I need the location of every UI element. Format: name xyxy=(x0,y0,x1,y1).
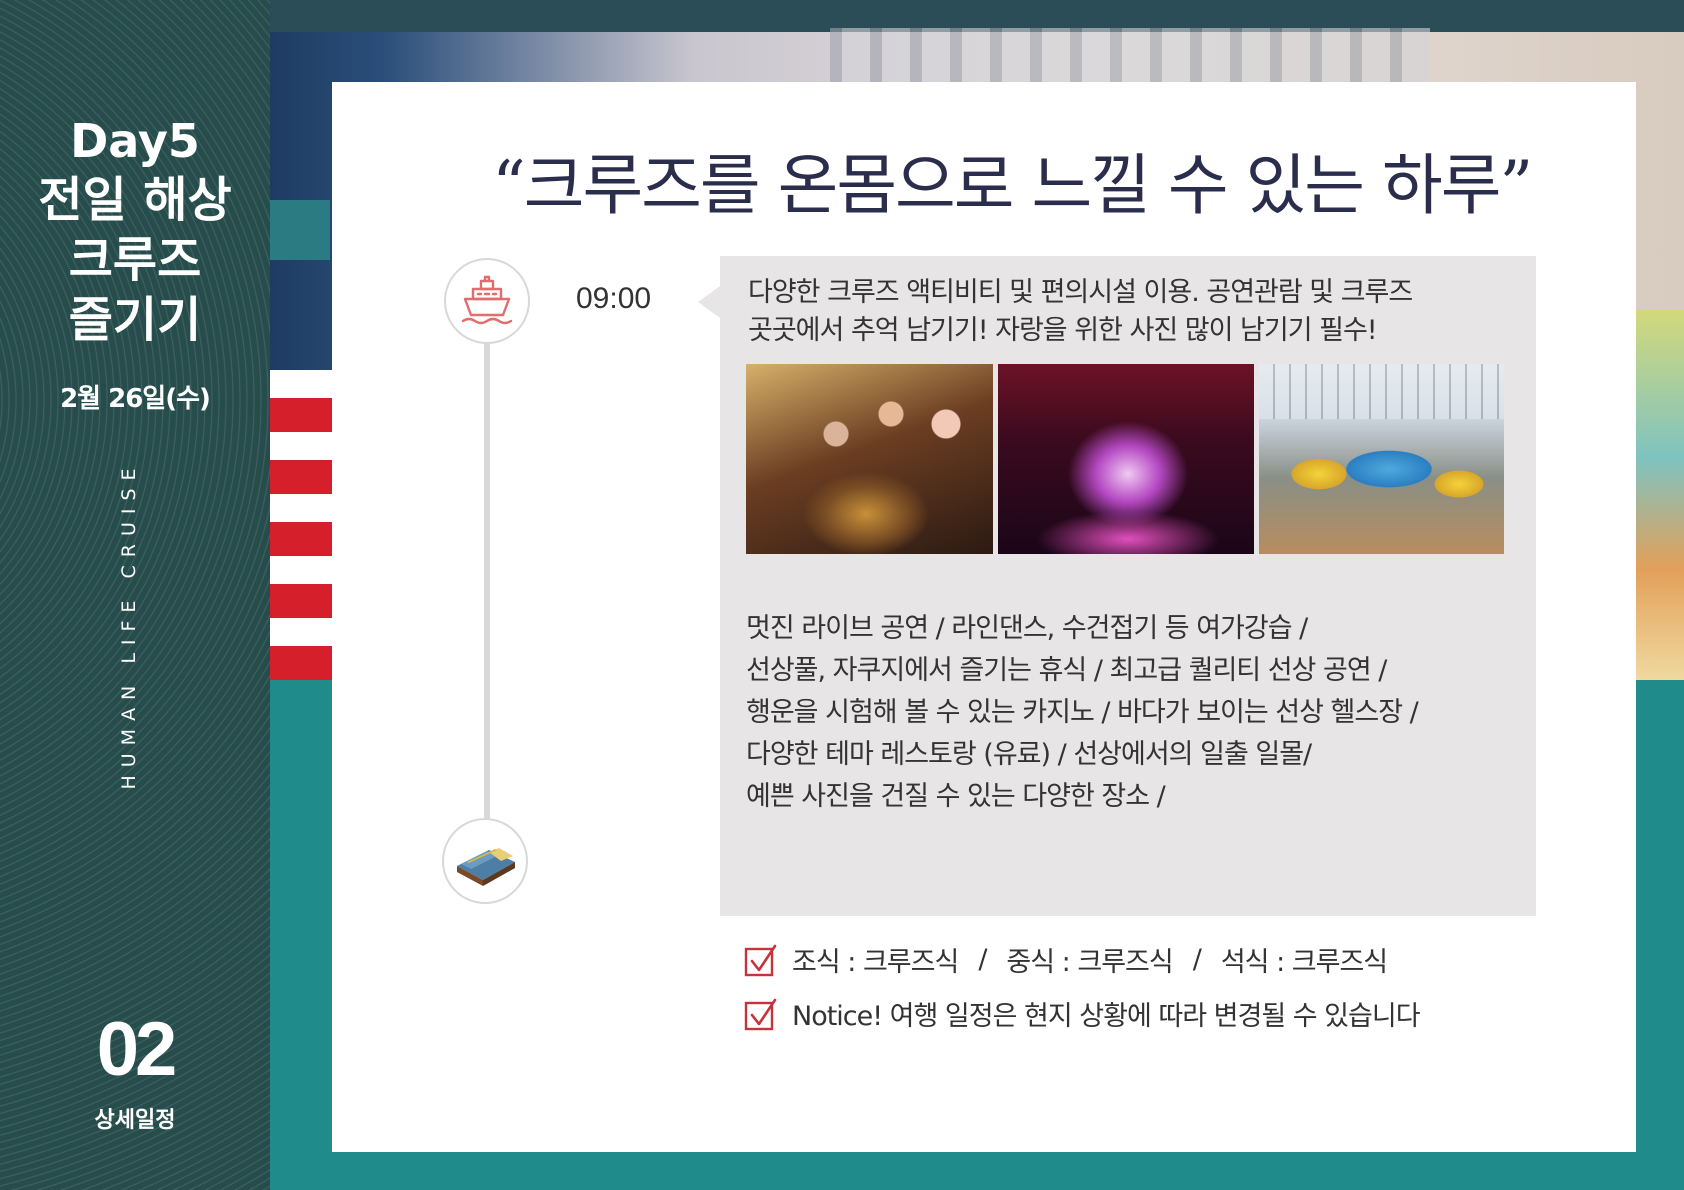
atrium-ceiling xyxy=(830,28,1430,88)
timeline-end-node xyxy=(442,818,528,904)
activity-intro: 다양한 크루즈 액티비티 및 편의시설 이용. 공연관람 및 크루즈 곳곳에서 … xyxy=(748,274,1508,350)
activity-line: 예쁜 사진을 건질 수 있는 다양한 장소 / xyxy=(746,781,1166,812)
stage-show-photo xyxy=(997,364,1255,554)
notice-text: Notice! 여행 일정은 현지 상황에 따라 변경될 수 있습니다 xyxy=(792,1001,1421,1032)
activity-line: 선상풀, 자쿠지에서 즐기는 휴식 / 최고급 퀄리티 선상 공연 / xyxy=(746,655,1387,686)
meals-row: 조식 : 크루즈식 / 중식 : 크루즈식 / 석식 : 크루즈식 xyxy=(744,940,1388,979)
intro-line: 곳곳에서 추억 남기기! 자랑을 위한 사진 많이 남기기 필수! xyxy=(748,315,1378,346)
page-section-label: 상세일정 xyxy=(94,1108,176,1133)
brand-vertical-text: HUMAN LIFE CRUISE xyxy=(118,460,140,790)
meal-breakfast: 조식 : 크루즈식 xyxy=(792,947,959,978)
checkbox-check-icon xyxy=(744,998,777,1030)
timeline-line xyxy=(484,332,490,902)
page-headline: “크루즈를 온몸으로 느낄 수 있는 하루” xyxy=(492,147,1533,224)
meal-separator: / xyxy=(978,944,987,975)
photo-strip xyxy=(746,364,1504,554)
pool-deck-photo xyxy=(1259,364,1504,554)
activity-line: 멋진 라이브 공연 / 라인댄스, 수건접기 등 여가강습 / xyxy=(746,613,1308,644)
activity-box: 다양한 크루즈 액티비티 및 편의시설 이용. 공연관람 및 크루즈 곳곳에서 … xyxy=(698,256,1536,916)
itinerary-card: “크루즈를 온몸으로 느낄 수 있는 하루” 09:00 다양한 크루즈 액티비… xyxy=(332,82,1636,1152)
page-number: 02 xyxy=(96,1007,178,1092)
intro-line: 다양한 크루즈 액티비티 및 편의시설 이용. 공연관람 및 크루즈 xyxy=(748,277,1413,308)
atrium-balcony xyxy=(270,200,330,260)
bed-icon xyxy=(457,848,515,886)
casino-photo xyxy=(746,364,993,554)
activity-line: 다양한 테마 레스토랑 (유료) / 선상에서의 일출 일몰/ xyxy=(746,739,1312,770)
sidebar: Day5 전일 해상 크루즈 즐기기 2월 26일(수) HUMAN LIFE … xyxy=(0,0,270,1190)
activity-line: 행운을 시험해 볼 수 있는 카지노 / 바다가 보이는 선상 헬스장 / xyxy=(746,697,1419,728)
cruise-ship-icon xyxy=(461,275,513,325)
activity-list: 멋진 라이브 공연 / 라인댄스, 수건접기 등 여가강습 / 선상풀, 자쿠지… xyxy=(746,608,1526,818)
day-label: Day5 xyxy=(70,114,200,168)
timeline-start-node xyxy=(444,258,530,344)
checkbox-check-icon xyxy=(744,944,777,976)
notice-row: Notice! 여행 일정은 현지 상황에 따라 변경될 수 있습니다 xyxy=(744,994,1421,1033)
meal-dinner: 석식 : 크루즈식 xyxy=(1220,947,1388,978)
meal-separator: / xyxy=(1192,944,1202,975)
lighthouse-column xyxy=(270,370,332,680)
meal-lunch: 중식 : 크루즈식 xyxy=(1006,947,1173,978)
carousel-art xyxy=(1634,310,1684,680)
timeline-time: 09:00 xyxy=(576,282,652,315)
